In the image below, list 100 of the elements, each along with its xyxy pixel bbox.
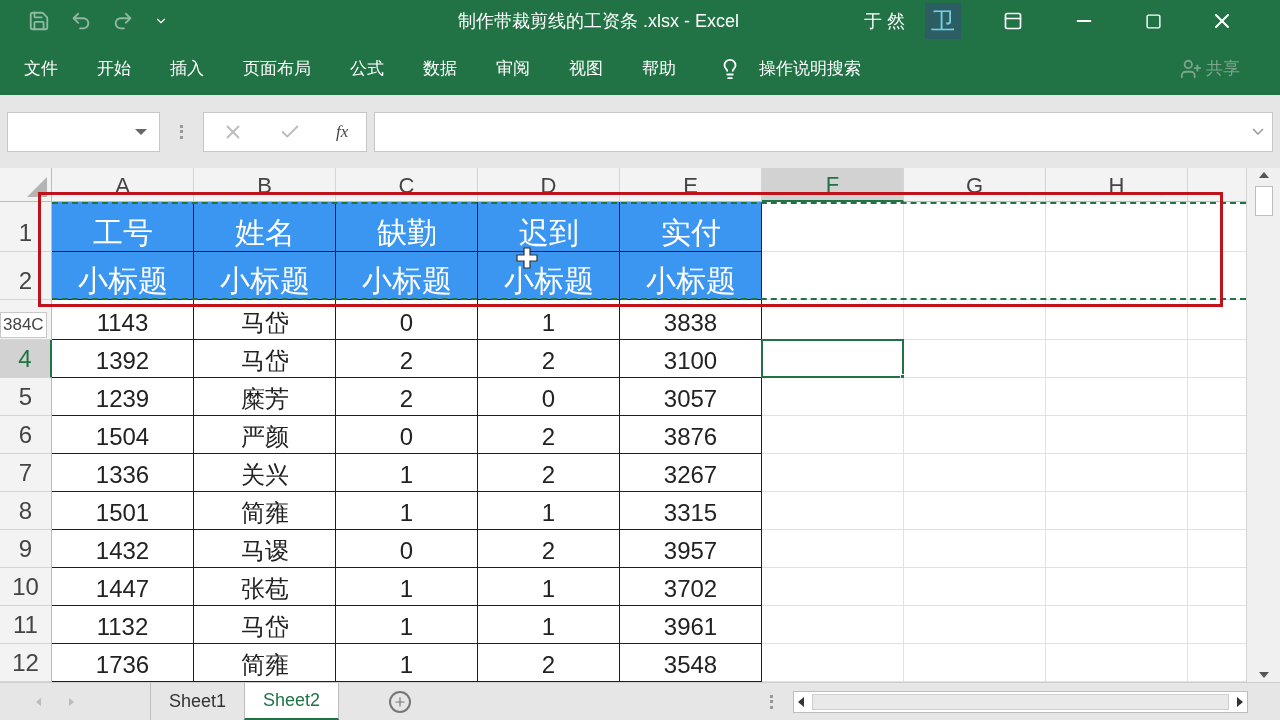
insert-function-button[interactable]: fx [336, 118, 349, 145]
ribbon-tab[interactable]: 页面布局 [243, 55, 311, 82]
table-cell: 马谡 [194, 530, 336, 568]
horizontal-scrollbar[interactable] [793, 690, 1248, 713]
table-cell [1188, 492, 1246, 530]
row-header[interactable]: 7 [0, 454, 52, 492]
table-cell: 1132 [52, 606, 194, 644]
table-cell [1188, 416, 1246, 454]
ribbon-display-icon[interactable] [1003, 11, 1024, 31]
name-box[interactable] [7, 111, 160, 152]
table-cell: 1239 [52, 378, 194, 416]
table-cell: 小标题 [52, 252, 194, 300]
person-add-icon [1180, 57, 1202, 80]
table-cell: 2 [478, 454, 620, 492]
table-cell: 马岱 [194, 300, 336, 340]
table-cell: 3961 [620, 606, 762, 644]
user-avatar[interactable]: 卫 [925, 3, 962, 39]
row-header[interactable]: 6 [0, 416, 52, 454]
row-header[interactable]: 8 [0, 492, 52, 530]
table-cell: 0 [336, 416, 478, 454]
column-header[interactable] [1188, 168, 1246, 202]
active-cell[interactable] [762, 340, 904, 378]
row-header[interactable]: 12 [0, 644, 52, 682]
table-cell: 2 [478, 340, 620, 378]
ribbon-tab[interactable]: 文件 [24, 55, 58, 82]
table-cell: 1 [478, 568, 620, 606]
ribbon-tab[interactable]: 插入 [170, 55, 204, 82]
table-cell: 1336 [52, 454, 194, 492]
table-cell: 1 [478, 300, 620, 340]
tell-me-search[interactable]: 操作说明搜索 [759, 55, 861, 82]
splitter-handle[interactable] [770, 694, 773, 709]
tooltip: 384C [0, 312, 47, 338]
table-cell: 迟到 [478, 202, 620, 252]
table-cell: 张苞 [194, 568, 336, 606]
row-header[interactable]: 11 [0, 606, 52, 644]
row-header[interactable]: 9 [0, 530, 52, 568]
row-header[interactable]: 1 [0, 202, 52, 252]
table-cell: 2 [336, 378, 478, 416]
redo-icon[interactable] [112, 10, 134, 32]
save-icon[interactable] [28, 10, 50, 32]
table-cell: 2 [478, 644, 620, 682]
table-cell: 缺勤 [336, 202, 478, 252]
table-cell: 姓名 [194, 202, 336, 252]
table-cell: 1736 [52, 644, 194, 682]
table-cell: 1501 [52, 492, 194, 530]
sheet-tab[interactable]: Sheet2 [244, 683, 340, 720]
table-cell [1188, 378, 1246, 416]
row-header[interactable]: 2 [0, 252, 52, 300]
vertical-scrollbar[interactable] [1246, 168, 1280, 682]
ribbon-tab[interactable]: 审阅 [496, 55, 530, 82]
table-cell: 工号 [52, 202, 194, 252]
window-title: 制作带裁剪线的工资条 .xlsx - Excel [458, 9, 739, 33]
table-cell: 1 [336, 644, 478, 682]
table-cell: 1 [336, 568, 478, 606]
user-name[interactable]: 于 然 [864, 7, 906, 35]
formula-input[interactable] [374, 111, 1273, 152]
table-cell: 糜芳 [194, 378, 336, 416]
ribbon-tab[interactable]: 视图 [569, 55, 603, 82]
table-cell: 3267 [620, 454, 762, 492]
table-cell: 实付 [620, 202, 762, 252]
table-cell: 小标题 [336, 252, 478, 300]
row-header[interactable]: 10 [0, 568, 52, 606]
table-cell: 1 [336, 606, 478, 644]
table-cell [1188, 454, 1246, 492]
table-cell: 0 [478, 378, 620, 416]
dropdown-arrow-icon [135, 128, 147, 135]
table-cell [1188, 202, 1246, 252]
scroll-right-icon[interactable] [69, 697, 74, 706]
ribbon-tab[interactable]: 数据 [423, 55, 457, 82]
add-sheet-icon[interactable] [389, 690, 412, 713]
ribbon-tab[interactable]: 帮助 [642, 55, 676, 82]
table-cell [1188, 568, 1246, 606]
ribbon-tab[interactable]: 开始 [97, 55, 131, 82]
splitter-handle[interactable] [180, 124, 183, 139]
ribbon-tab[interactable]: 公式 [350, 55, 384, 82]
table-cell: 2 [478, 416, 620, 454]
table-cell: 1 [336, 492, 478, 530]
table-cell: 马岱 [194, 340, 336, 378]
scroll-left-icon[interactable] [36, 697, 41, 706]
table-cell: 小标题 [620, 252, 762, 300]
table-cell [1188, 252, 1246, 300]
row-header[interactable]: 5 [0, 378, 52, 416]
table-cell: 3957 [620, 530, 762, 568]
undo-icon[interactable] [70, 10, 92, 32]
table-cell: 2 [478, 530, 620, 568]
maximize-icon[interactable] [1145, 12, 1163, 30]
table-cell: 马岱 [194, 606, 336, 644]
table-cell: 简雍 [194, 644, 336, 682]
expand-icon[interactable] [1252, 128, 1264, 135]
table-cell [1188, 530, 1246, 568]
table-cell: 1143 [52, 300, 194, 340]
row-header[interactable]: 4 [0, 340, 52, 378]
table-cell [1188, 340, 1246, 378]
table-cell: 3876 [620, 416, 762, 454]
table-cell: 1 [478, 606, 620, 644]
table-cell: 简雍 [194, 492, 336, 530]
table-cell: 1392 [52, 340, 194, 378]
table-cell: 1 [336, 454, 478, 492]
table-cell: 3702 [620, 568, 762, 606]
table-cell: 小标题 [478, 252, 620, 300]
